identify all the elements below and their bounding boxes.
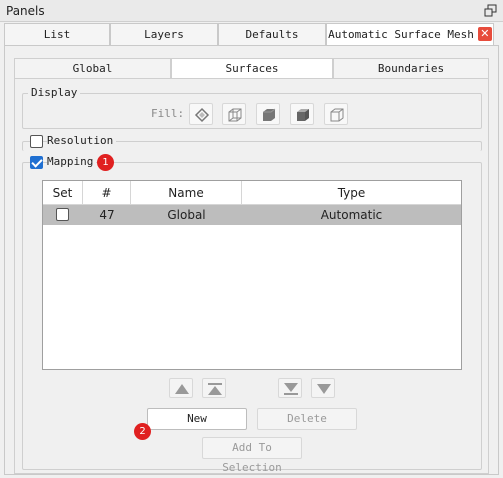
tab-boundaries-label: Boundaries: [377, 62, 445, 75]
row-number: 47: [99, 208, 115, 222]
move-to-bottom-icon: [284, 383, 298, 395]
panels-titlebar: Panels: [0, 0, 503, 22]
tab-automatic-surface-mesh[interactable]: Automatic Surface Mesh ✕: [326, 23, 494, 47]
fill-outline-cube-icon[interactable]: [324, 103, 348, 125]
tab-defaults-label: Defaults: [245, 28, 299, 41]
column-header-name[interactable]: Name: [131, 181, 242, 205]
move-down-icon: [317, 384, 331, 394]
mapping-checkbox[interactable]: [30, 156, 43, 169]
move-up-icon: [175, 384, 189, 394]
close-icon[interactable]: ✕: [477, 27, 492, 41]
row-type: Automatic: [320, 208, 383, 222]
tab-layers-label: Layers: [144, 28, 184, 41]
display-legend: Display: [28, 86, 81, 99]
fill-shaded-cube-icon[interactable]: [290, 103, 314, 125]
fill-solid-cube-icon[interactable]: [256, 103, 280, 125]
tab-boundaries[interactable]: Boundaries: [333, 58, 489, 79]
fill-outline-diamond-icon[interactable]: [189, 103, 213, 125]
tab-list-label: List: [43, 28, 71, 41]
column-header-number[interactable]: #: [83, 181, 131, 205]
panels-title: Panels: [6, 4, 45, 18]
row-set-checkbox[interactable]: [56, 208, 69, 221]
move-up-button[interactable]: [169, 378, 193, 398]
tab-automatic-surface-mesh-label: Automatic Surface Mesh: [328, 28, 474, 41]
mapping-table: Set # Name Type 47 Global Automatic: [42, 180, 462, 370]
fill-label: Fill:: [151, 107, 185, 120]
fill-wireframe-cube-icon[interactable]: [222, 103, 246, 125]
display-group: [22, 93, 482, 129]
tab-list[interactable]: List: [4, 23, 110, 45]
tab-surfaces[interactable]: Surfaces: [171, 58, 333, 79]
tab-defaults[interactable]: Defaults: [218, 23, 326, 45]
add-to-selection-button[interactable]: Add To Selection: [202, 437, 302, 474]
float-window-icon[interactable]: [484, 4, 497, 17]
step-badge-1: 1: [97, 154, 114, 171]
move-to-bottom-button[interactable]: [278, 378, 302, 398]
delete-button[interactable]: Delete: [257, 408, 357, 430]
mapping-label: Mapping: [47, 155, 97, 168]
resolution-label: Resolution: [47, 134, 117, 147]
column-header-type[interactable]: Type: [242, 181, 461, 205]
tab-layers[interactable]: Layers: [110, 23, 218, 45]
outer-tab-bar: List Layers Defaults Automatic Surface M…: [0, 23, 503, 47]
new-button[interactable]: New: [147, 408, 247, 430]
move-to-top-icon: [208, 383, 222, 395]
move-down-button[interactable]: [311, 378, 335, 398]
resolution-checkbox[interactable]: [30, 135, 43, 148]
row-name: Global: [167, 208, 206, 222]
column-header-set[interactable]: Set: [43, 181, 83, 205]
move-to-top-button[interactable]: [202, 378, 226, 398]
tab-surfaces-label: Surfaces: [225, 62, 279, 75]
tab-global-label: Global: [72, 62, 113, 75]
step-badge-2: 2: [134, 423, 151, 440]
tab-global[interactable]: Global: [14, 58, 171, 79]
